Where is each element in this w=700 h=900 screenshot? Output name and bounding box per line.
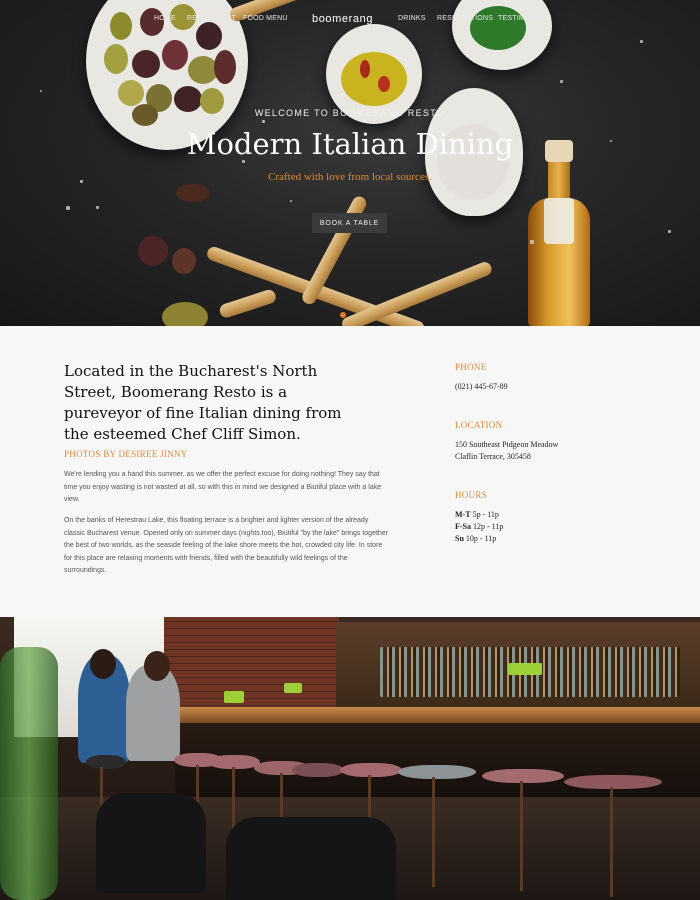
about-paragraph: On the banks of Herestrau Lake, this flo… bbox=[64, 517, 389, 574]
hero-section: HOME RESTAURANT FOOD MENU boomerang DRIN… bbox=[0, 0, 700, 326]
hours-label: HOURS bbox=[455, 490, 488, 500]
location-label: LOCATION bbox=[455, 420, 503, 430]
hours-row: F-Sa 12p - 11p bbox=[455, 521, 503, 533]
hours-row: Su 10p - 11p bbox=[455, 533, 496, 545]
about-lead-heading: Located in the Bucharest's North Street,… bbox=[64, 362, 342, 443]
slider-dot-indicator[interactable] bbox=[340, 312, 346, 318]
nav-link-home[interactable]: HOME bbox=[154, 15, 176, 22]
hours-days: F-Sa bbox=[455, 522, 471, 531]
hours-row: M-T 5p - 11p bbox=[455, 509, 499, 521]
bar-interior-photo bbox=[0, 617, 700, 900]
hours-days: M-T bbox=[455, 510, 471, 519]
phone-number: (021) 445-67-89 bbox=[455, 382, 508, 391]
about-paragraph: We're lending you a hand this summer, as… bbox=[64, 471, 382, 503]
hours-time: 10p - 11p bbox=[465, 534, 497, 543]
nav-link-drinks[interactable]: DRINKS bbox=[398, 15, 426, 22]
hero-title: Modern Italian Dining bbox=[186, 127, 514, 161]
hours-time: 12p - 11p bbox=[473, 522, 504, 531]
hours-days: Su bbox=[455, 534, 464, 543]
hero-tagline: Crafted with love from local sources. bbox=[268, 171, 432, 183]
hours-time: 5p - 11p bbox=[472, 510, 499, 519]
hero-subtitle: WELCOME TO BOOMERANG RESTO bbox=[254, 108, 446, 118]
nav-link-testimonials[interactable]: TESTIMONIALS bbox=[498, 15, 552, 22]
address-line-2: Claflin Terrace, 305458 bbox=[455, 452, 531, 461]
about-section: Located in the Bucharest's North Street,… bbox=[0, 326, 700, 617]
phone-label: PHONE bbox=[455, 362, 487, 372]
photo-credit: PHOTOS BY DESIREE JINNY bbox=[64, 449, 188, 459]
book-a-table-button[interactable]: BOOK A TABLE bbox=[312, 213, 387, 233]
brand-logo[interactable]: boomerang bbox=[312, 13, 373, 25]
nav-link-restaurant[interactable]: RESTAURANT bbox=[187, 15, 236, 22]
main-navigation: HOME RESTAURANT FOOD MENU boomerang DRIN… bbox=[0, 12, 700, 28]
address-line-1: 150 Southeast Pidgeon Meadow bbox=[455, 440, 559, 449]
nav-link-reservations[interactable]: RESERVATIONS bbox=[437, 15, 493, 22]
nav-link-food-menu[interactable]: FOOD MENU bbox=[243, 15, 288, 22]
